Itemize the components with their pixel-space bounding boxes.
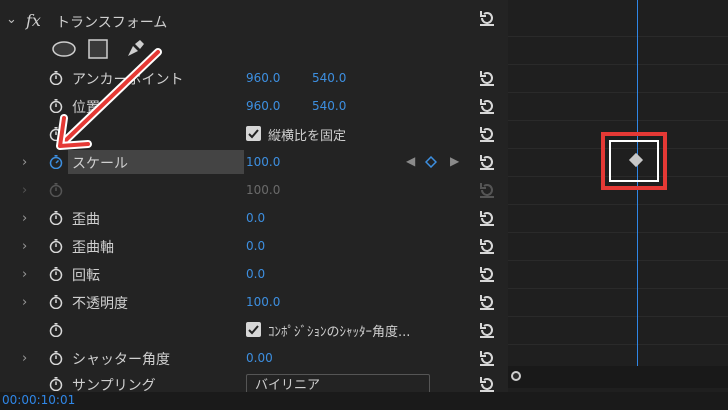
skew-axis-value[interactable]: 0.0 bbox=[246, 239, 265, 253]
chevron-right-icon[interactable]: › bbox=[22, 351, 27, 366]
reset-icon[interactable] bbox=[478, 375, 496, 392]
skew-value[interactable]: 0.0 bbox=[246, 211, 265, 225]
property-position: 位置 960.0 540.0 bbox=[0, 92, 508, 120]
reset-icon[interactable] bbox=[478, 349, 496, 367]
property-label: アンカーポイント bbox=[72, 72, 184, 88]
stopwatch-icon bbox=[49, 183, 63, 197]
reset-icon[interactable] bbox=[478, 69, 496, 87]
reset-icon[interactable] bbox=[478, 153, 496, 171]
reset-icon[interactable] bbox=[478, 209, 496, 227]
property-scale-width: › 100.0 bbox=[0, 176, 508, 204]
shutter-angle-value[interactable]: 0.00 bbox=[246, 351, 273, 365]
keyframe-timeline[interactable] bbox=[508, 0, 728, 392]
chevron-right-icon[interactable]: › bbox=[22, 155, 27, 170]
anchor-x-value[interactable]: 960.0 bbox=[246, 71, 280, 85]
stopwatch-icon[interactable] bbox=[49, 295, 63, 309]
stopwatch-icon[interactable] bbox=[49, 267, 63, 281]
timeline-scrollbar[interactable] bbox=[508, 366, 728, 388]
property-sampling: サンプリング バイリニア bbox=[0, 370, 508, 392]
mask-tools bbox=[50, 38, 170, 62]
reset-icon[interactable] bbox=[478, 293, 496, 311]
chevron-right-icon[interactable]: › bbox=[22, 267, 27, 282]
property-label: サンプリング bbox=[72, 378, 156, 392]
property-label: 回転 bbox=[72, 268, 100, 284]
reset-icon[interactable] bbox=[478, 237, 496, 255]
property-label: シャッター角度 bbox=[72, 352, 170, 368]
stopwatch-icon[interactable] bbox=[49, 99, 63, 113]
chevron-right-icon[interactable]: › bbox=[22, 239, 27, 254]
property-label: 歪曲 bbox=[72, 212, 100, 228]
position-x-value[interactable]: 960.0 bbox=[246, 99, 280, 113]
sampling-dropdown[interactable]: バイリニア bbox=[246, 374, 430, 392]
property-opacity: › 不透明度 100.0 bbox=[0, 288, 508, 316]
chevron-right-icon: › bbox=[22, 183, 28, 198]
checkbox-label: ｺﾝﾎﾟｼﾞｼｮﾝのｼｬｯﾀｰ角度... bbox=[268, 325, 411, 340]
check-icon bbox=[248, 325, 259, 335]
ellipse-mask-icon[interactable] bbox=[52, 41, 76, 57]
transform-header[interactable]: ⌄ fx トランスフォーム bbox=[0, 7, 508, 35]
property-comp-shutter: ｺﾝﾎﾟｼﾞｼｮﾝのｼｬｯﾀｰ角度... bbox=[0, 316, 508, 344]
stopwatch-active-icon[interactable] bbox=[49, 155, 63, 169]
opacity-value[interactable]: 100.0 bbox=[246, 295, 280, 309]
property-anchor-point: アンカーポイント 960.0 540.0 bbox=[0, 64, 508, 92]
position-y-value[interactable]: 540.0 bbox=[312, 99, 346, 113]
status-bar bbox=[0, 392, 728, 410]
reset-icon bbox=[480, 183, 494, 198]
reset-icon[interactable] bbox=[478, 265, 496, 283]
rotation-value[interactable]: 0.0 bbox=[246, 267, 265, 281]
property-scale: › スケール 100.0 ◀ ▶ bbox=[0, 148, 508, 176]
prev-keyframe-icon[interactable]: ◀ bbox=[406, 154, 415, 168]
comp-shutter-checkbox[interactable] bbox=[246, 322, 261, 337]
scale-value[interactable]: 100.0 bbox=[246, 155, 280, 169]
property-skew: › 歪曲 0.0 bbox=[0, 204, 508, 232]
chevron-down-icon[interactable]: ⌄ bbox=[6, 12, 17, 27]
reset-icon[interactable] bbox=[478, 97, 496, 115]
property-uniform-scale: 縦横比を固定 bbox=[0, 120, 508, 148]
checkbox-label: 縦横比を固定 bbox=[268, 129, 347, 144]
add-keyframe-icon[interactable] bbox=[425, 156, 437, 168]
reset-icon[interactable] bbox=[478, 321, 496, 339]
stopwatch-icon[interactable] bbox=[49, 127, 63, 141]
stopwatch-icon[interactable] bbox=[49, 377, 63, 391]
chevron-right-icon[interactable]: › bbox=[22, 295, 27, 310]
effect-controls-panel: ⌄ fx トランスフォーム アンカーポイント 960.0 540.0 位置 96… bbox=[0, 0, 508, 392]
reset-icon[interactable] bbox=[478, 9, 496, 27]
stopwatch-icon[interactable] bbox=[49, 323, 63, 337]
uniform-scale-checkbox[interactable] bbox=[246, 126, 261, 141]
property-shutter-angle: › シャッター角度 0.00 bbox=[0, 344, 508, 372]
property-label: スケール bbox=[72, 156, 128, 172]
stopwatch-icon[interactable] bbox=[49, 71, 63, 85]
check-icon bbox=[248, 129, 259, 139]
stopwatch-icon[interactable] bbox=[49, 239, 63, 253]
scale-width-value: 100.0 bbox=[246, 183, 281, 197]
zoom-handle[interactable] bbox=[511, 371, 521, 381]
stopwatch-icon[interactable] bbox=[49, 211, 63, 225]
next-keyframe-icon[interactable]: ▶ bbox=[450, 154, 459, 168]
stopwatch-icon[interactable] bbox=[49, 351, 63, 365]
fx-icon[interactable]: fx bbox=[26, 11, 41, 30]
pen-mask-icon[interactable] bbox=[124, 38, 146, 60]
chevron-right-icon[interactable]: › bbox=[22, 211, 27, 226]
dropdown-value: バイリニア bbox=[255, 378, 321, 392]
property-skew-axis: › 歪曲軸 0.0 bbox=[0, 232, 508, 260]
anchor-y-value[interactable]: 540.0 bbox=[312, 71, 346, 85]
section-title: トランスフォーム bbox=[56, 15, 168, 31]
property-label: 位置 bbox=[72, 100, 100, 116]
reset-icon[interactable] bbox=[478, 125, 496, 143]
rectangle-mask-icon[interactable] bbox=[88, 39, 108, 59]
timecode-display[interactable]: 00:00:10:01 bbox=[2, 393, 75, 407]
property-rotation: › 回転 0.0 bbox=[0, 260, 508, 288]
property-label: 不透明度 bbox=[72, 296, 128, 312]
property-label: 歪曲軸 bbox=[72, 240, 114, 256]
